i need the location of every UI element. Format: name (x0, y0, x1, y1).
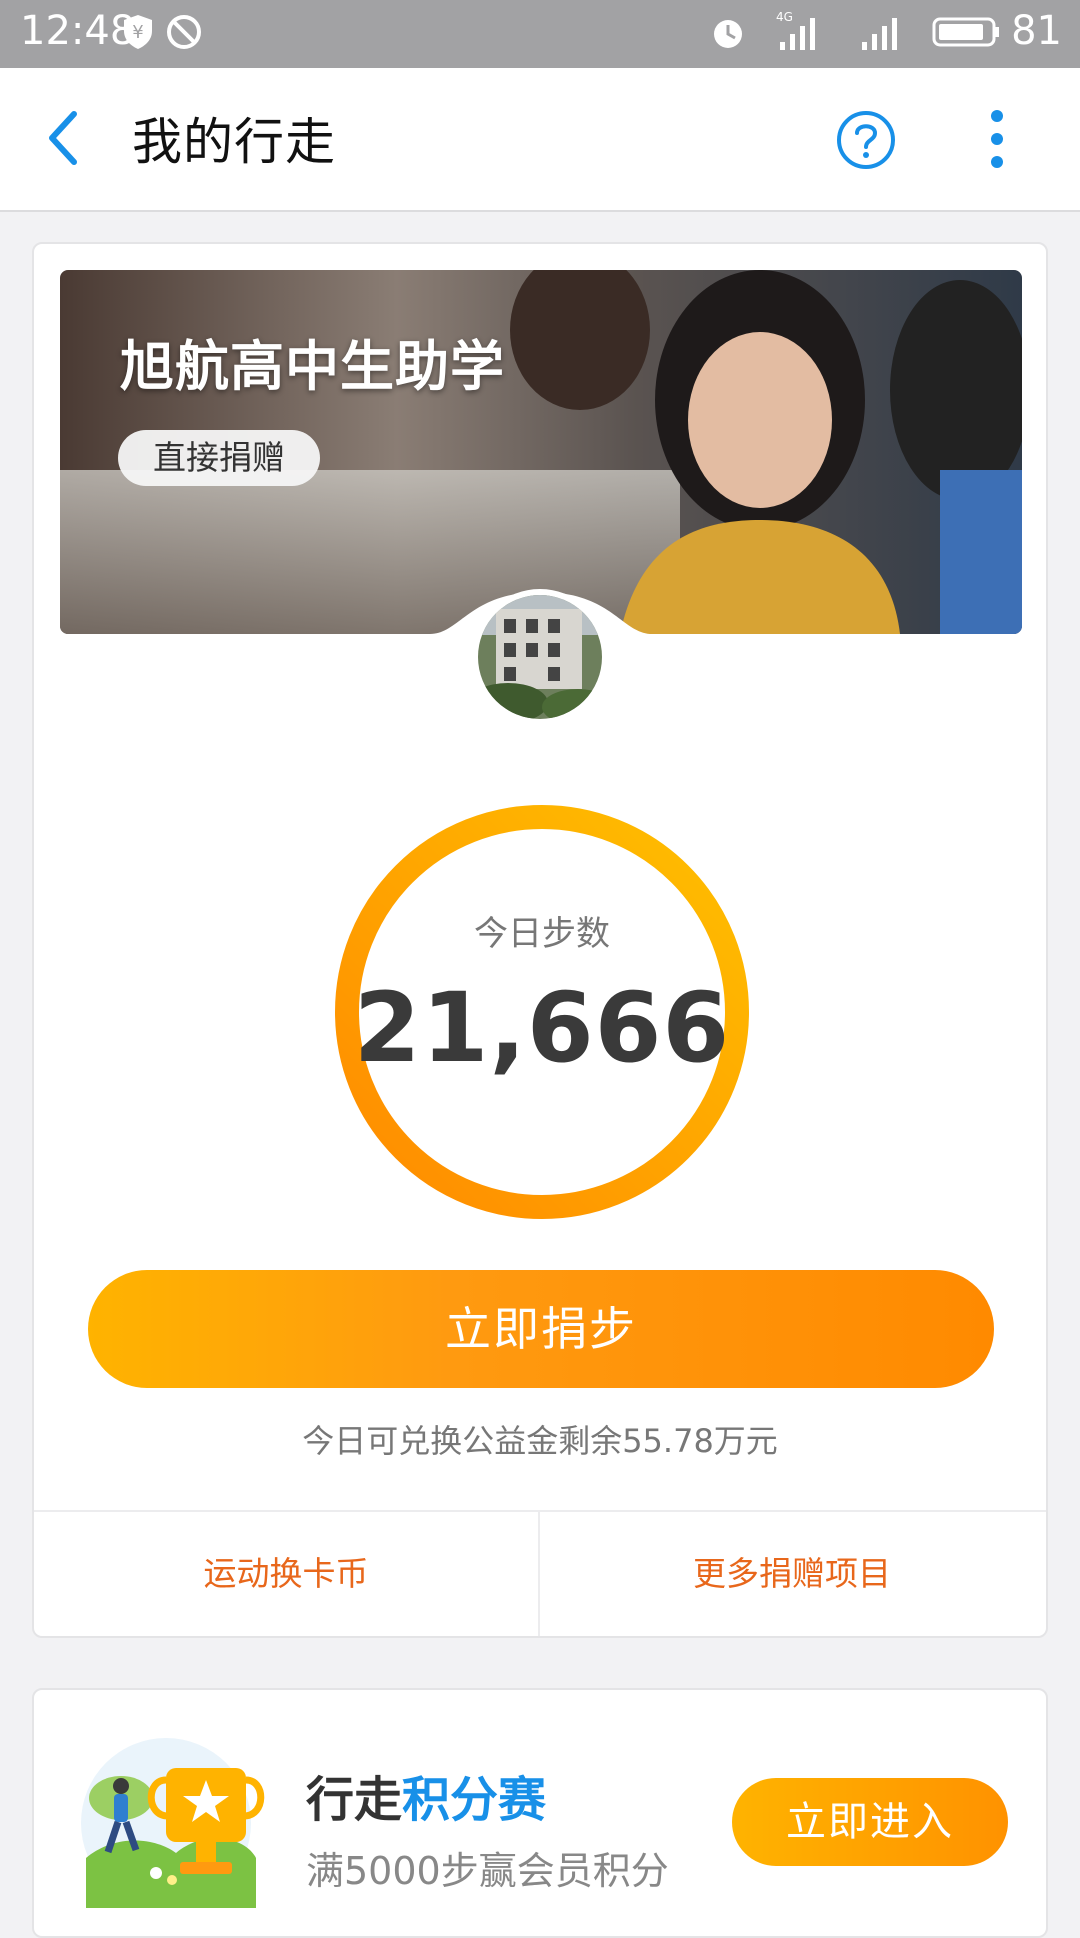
enter-now-button[interactable]: 立即进入 (732, 1778, 1008, 1866)
more-donation-projects-link[interactable]: 更多捐赠项目 (540, 1512, 1044, 1636)
question-circle-icon[interactable] (836, 110, 896, 170)
building-photo (478, 595, 602, 719)
step-donation-card: 旭航高中生助学 直接捐赠 今日步数 21,666 立即捐步 今日可兑换公益金剩余… (32, 242, 1048, 1638)
project-banner[interactable]: 旭航高中生助学 直接捐赠 (60, 270, 1022, 634)
steps-value: 21,666 (353, 972, 731, 1084)
wallet-shield-icon: ¥ (124, 15, 152, 49)
signal-4g-icon (780, 18, 815, 50)
project-avatar (472, 589, 608, 725)
battery-level: 81 (1011, 8, 1062, 54)
donate-steps-button[interactable]: 立即捐步 (88, 1270, 994, 1388)
svg-text:¥: ¥ (132, 22, 143, 43)
alarm-icon (714, 20, 742, 48)
page-title: 我的行走 (132, 113, 336, 171)
fund-remaining-note: 今日可兑换公益金剩余55.78万元 (302, 1422, 778, 1460)
signal-icon (862, 18, 897, 50)
contest-subtitle: 满5000步赢会员积分 (306, 1849, 669, 1893)
exercise-for-coins-link[interactable]: 运动换卡币 (34, 1512, 538, 1636)
contest-title: 行走积分赛 (306, 1760, 546, 1830)
battery-icon (932, 17, 999, 47)
contest-title-highlight: 积分赛 (402, 1772, 547, 1828)
contest-title-prefix: 行走 (306, 1772, 403, 1828)
walking-contest-card[interactable]: 行走积分赛 满5000步赢会员积分 立即进入 (32, 1688, 1048, 1938)
trophy-runner-icon (81, 1738, 265, 1908)
more-vertical-icon[interactable] (982, 106, 1012, 172)
project-title: 旭航高中生助学 (120, 335, 505, 398)
status-bar: 12:48 ¥ 4G 81 (0, 0, 1080, 68)
nav-bar: 我的行走 (0, 68, 1080, 212)
direct-donate-button[interactable]: 直接捐赠 (118, 430, 320, 486)
do-not-disturb-icon (167, 15, 201, 49)
chevron-left-icon[interactable] (44, 108, 84, 168)
steps-label: 今日步数 (474, 914, 610, 954)
